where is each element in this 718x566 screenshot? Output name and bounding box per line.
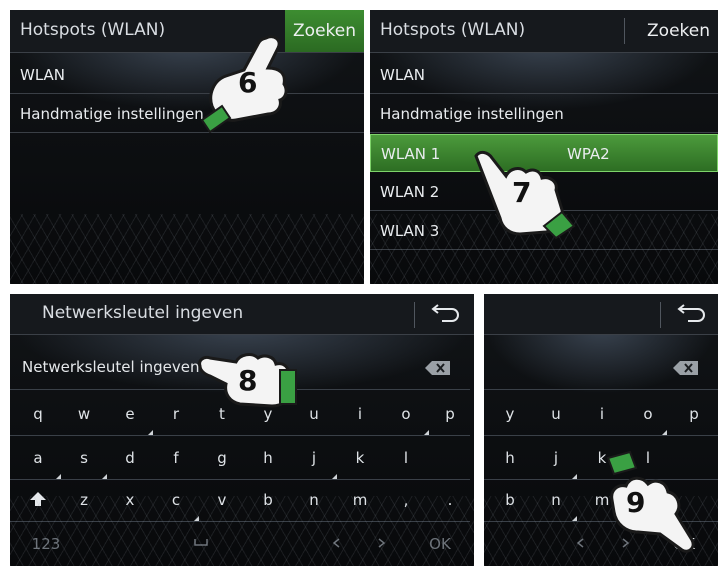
header-bar <box>484 294 718 335</box>
page-title: Netwerksleutel ingeven <box>42 303 244 323</box>
header-divider <box>624 18 625 44</box>
ok-key[interactable]: OK <box>420 526 460 564</box>
key[interactable]: r <box>156 396 196 434</box>
panel-hotspots-results: Hotspots (WLAN) Zoeken WLAN Handmatige i… <box>370 10 718 284</box>
step-number: 6 <box>238 66 258 99</box>
header-divider <box>660 302 661 328</box>
keyboard-divider <box>10 435 470 436</box>
backspace-icon[interactable] <box>424 360 452 376</box>
key[interactable]: g <box>202 440 242 478</box>
list-item-manual-settings[interactable]: Handmatige instellingen <box>370 95 718 133</box>
key[interactable]: d <box>110 440 150 478</box>
key[interactable]: j <box>294 440 334 478</box>
key[interactable]: p <box>430 396 470 434</box>
key-accent-mark <box>424 430 429 435</box>
panel-network-key-entry: Netwerksleutel ingeven Netwerksleutel in… <box>10 294 474 566</box>
key[interactable]: . <box>430 482 470 520</box>
page-title: Hotspots (WLAN) <box>20 20 166 40</box>
back-icon[interactable] <box>674 303 708 325</box>
mode-key-123[interactable]: 123 <box>24 526 68 564</box>
key[interactable]: o <box>628 396 668 434</box>
key[interactable]: p <box>674 396 714 434</box>
backspace-icon[interactable] <box>672 360 700 376</box>
key-accent-mark <box>194 516 199 521</box>
key[interactable]: a <box>18 440 58 478</box>
key[interactable]: w <box>64 396 104 434</box>
header-bar: Netwerksleutel ingeven <box>10 294 474 335</box>
key[interactable]: i <box>340 396 380 434</box>
key[interactable]: m <box>340 482 380 520</box>
key-accent-mark <box>572 516 577 521</box>
arrow-left-icon[interactable] <box>576 538 584 548</box>
step-number: 9 <box>626 486 646 519</box>
header-divider <box>414 302 415 328</box>
list-item-wlan[interactable]: WLAN <box>370 56 718 94</box>
page-title: Hotspots (WLAN) <box>380 20 526 40</box>
key[interactable]: v <box>202 482 242 520</box>
key[interactable]: h <box>490 440 530 478</box>
key[interactable]: u <box>294 396 334 434</box>
header-bar: Hotspots (WLAN) Zoeken <box>370 10 718 53</box>
key[interactable]: f <box>156 440 196 478</box>
key[interactable]: q <box>18 396 58 434</box>
keyboard-divider <box>10 521 470 522</box>
back-icon[interactable] <box>428 303 462 325</box>
panel-hotspots-search: Hotspots (WLAN) Zoeken WLAN Handmatige i… <box>10 10 364 284</box>
key[interactable]: k <box>340 440 380 478</box>
header-bar: Hotspots (WLAN) Zoeken <box>10 10 364 53</box>
key[interactable]: n <box>294 482 334 520</box>
key[interactable]: u <box>536 396 576 434</box>
space-icon[interactable] <box>194 538 208 546</box>
keyboard-divider <box>484 435 718 436</box>
key-accent-mark <box>102 474 107 479</box>
key[interactable]: n <box>536 482 576 520</box>
key[interactable]: b <box>248 482 288 520</box>
key[interactable]: x <box>110 482 150 520</box>
shift-icon[interactable] <box>30 492 46 506</box>
input-underline <box>484 389 718 390</box>
key-accent-mark <box>332 474 337 479</box>
key[interactable]: i <box>582 396 622 434</box>
key-accent-mark <box>662 430 667 435</box>
step-number: 8 <box>238 364 258 397</box>
input-placeholder: Netwerksleutel ingeven <box>22 358 200 376</box>
key-accent-mark <box>56 474 61 479</box>
key[interactable]: , <box>386 482 426 520</box>
keyboard-divider <box>10 479 470 480</box>
key[interactable]: c <box>156 482 196 520</box>
key-accent-mark <box>572 474 577 479</box>
list-item-wlan[interactable]: WLAN <box>10 56 364 94</box>
key[interactable]: j <box>536 440 576 478</box>
key[interactable]: h <box>248 440 288 478</box>
key[interactable]: l <box>386 440 426 478</box>
arrow-left-icon[interactable] <box>332 538 340 548</box>
search-button[interactable]: Zoeken <box>639 10 718 52</box>
key-accent-mark <box>148 430 153 435</box>
network-name: WLAN 1 <box>381 145 441 163</box>
list-item-manual-settings[interactable]: Handmatige instellingen <box>10 95 364 133</box>
hand-pointer-icon <box>606 450 695 553</box>
key[interactable]: o <box>386 396 426 434</box>
key[interactable]: y <box>490 396 530 434</box>
step-number: 7 <box>512 176 532 209</box>
key[interactable]: z <box>64 482 104 520</box>
key[interactable]: b <box>490 482 530 520</box>
arrow-right-icon[interactable] <box>378 538 386 548</box>
key[interactable]: s <box>64 440 104 478</box>
key[interactable]: e <box>110 396 150 434</box>
